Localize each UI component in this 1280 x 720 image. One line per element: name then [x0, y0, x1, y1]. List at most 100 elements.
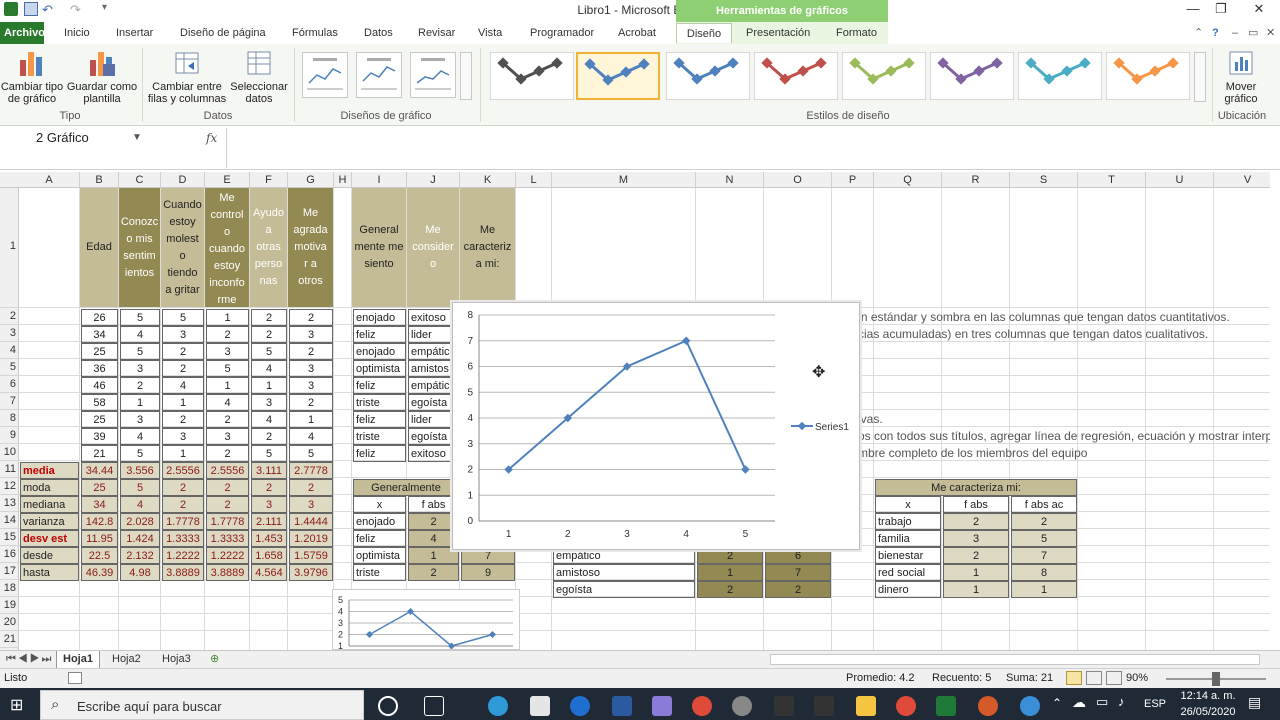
tab-acrobat[interactable]: Acrobat [610, 23, 664, 43]
gen-table-fabs[interactable]: 2 [408, 564, 459, 581]
row-header-12[interactable]: 12 [0, 478, 19, 495]
cons-table-fac[interactable]: 2 [765, 581, 831, 598]
tab-insertar[interactable]: Insertar [108, 23, 161, 43]
car-table-col[interactable]: x [875, 496, 941, 513]
data-cell[interactable]: 21 [81, 445, 118, 462]
gen-table-x[interactable]: feliz [353, 530, 406, 547]
chart-style-2[interactable] [576, 52, 660, 100]
taskbar-search[interactable]: ⌕ Escribe aquí para buscar [40, 690, 364, 720]
row-header-2[interactable]: 2 [0, 308, 19, 325]
stat-value[interactable]: 34.44 [81, 462, 118, 479]
stat-value[interactable]: 2 [162, 496, 204, 513]
data-cell[interactable]: 1 [162, 394, 204, 411]
tab-revisar[interactable]: Revisar [410, 23, 463, 43]
data-cell[interactable]: 2 [289, 343, 333, 360]
stat-value[interactable]: 2.132 [120, 547, 160, 564]
header-cell-I[interactable]: General mente me siento [352, 188, 406, 307]
zoom-level[interactable]: 90% [1126, 672, 1148, 684]
page-break-view-icon[interactable] [1106, 671, 1122, 685]
windows-start-icon[interactable]: ⊞ [10, 695, 23, 715]
tab-diseno-pagina[interactable]: Diseño de página [172, 23, 274, 43]
edge-icon[interactable] [488, 696, 508, 716]
row-header-18[interactable]: 18 [0, 580, 19, 597]
data-cell[interactable]: 36 [81, 360, 118, 377]
volume-icon[interactable]: ♪ [1118, 694, 1125, 709]
page-layout-view-icon[interactable] [1086, 671, 1102, 685]
chart-style-6[interactable] [930, 52, 1014, 100]
stat-value[interactable]: 4 [120, 496, 160, 513]
data-cell[interactable]: 3 [162, 428, 204, 445]
stat-value[interactable]: 2.5556 [206, 462, 249, 479]
stat-value[interactable]: 1.2019 [289, 530, 333, 547]
stat-label[interactable]: desv est [20, 530, 79, 547]
data-cell[interactable]: 5 [251, 445, 287, 462]
excel-taskbar-icon[interactable] [936, 696, 956, 716]
store-icon[interactable] [530, 696, 550, 716]
app3-icon[interactable] [978, 696, 998, 716]
fx-label[interactable]: fx [206, 131, 217, 145]
instruction-note[interactable]: cias acumuladas) en tres columnas que te… [858, 326, 1270, 343]
stat-value[interactable]: 25 [81, 479, 118, 496]
car-table-title[interactable]: Me caracteriza mi: [875, 479, 1077, 496]
gen-table-title[interactable]: Generalmente [353, 479, 459, 496]
sheet-nav-icon[interactable]: ⏮◀▶⏭ [0, 651, 59, 668]
car-table-fabs[interactable]: 2 [943, 513, 1009, 530]
row-header-5[interactable]: 5 [0, 359, 19, 376]
stat-value[interactable]: 2 [206, 479, 249, 496]
instruction-note[interactable]: os con todos sus títulos, agregar línea … [858, 428, 1270, 445]
switch-row-column-button[interactable]: Cambiar entre filas y columnas [146, 48, 228, 105]
save-template-button[interactable]: Guardar como plantilla [64, 48, 140, 105]
stat-value[interactable]: 1.2222 [162, 547, 204, 564]
notifications-icon[interactable]: ▤ [1248, 694, 1261, 711]
row-header-10[interactable]: 10 [0, 444, 19, 461]
row-header-11[interactable]: 11 [0, 461, 19, 478]
data-cell[interactable]: 4 [251, 411, 287, 428]
small-line-chart[interactable]: 12 34 5 [332, 589, 520, 651]
chart-style-8[interactable] [1106, 52, 1190, 100]
data-cell[interactable]: 3 [251, 394, 287, 411]
data-cell[interactable]: 3 [289, 377, 333, 394]
car-table-fac[interactable]: 8 [1011, 564, 1077, 581]
data-cell[interactable]: 3 [206, 428, 249, 445]
car-table-fac[interactable]: 1 [1011, 581, 1077, 598]
word-icon[interactable] [612, 696, 632, 716]
car-table-x[interactable]: trabajo [875, 513, 941, 530]
car-table-col[interactable]: f abs ac [1011, 496, 1077, 513]
data-cell[interactable]: 1 [251, 377, 287, 394]
new-sheet-icon[interactable]: ⊕ [204, 651, 225, 668]
header-cell-B[interactable]: Edad [80, 188, 118, 307]
stat-value[interactable]: 3.556 [120, 462, 160, 479]
chart-layouts-scroll[interactable] [460, 52, 472, 100]
data-cell[interactable]: feliz [353, 445, 406, 462]
stat-value[interactable]: 3 [251, 496, 287, 513]
stat-value[interactable]: 3.8889 [162, 564, 204, 581]
column-header-O[interactable]: O [764, 172, 832, 188]
row-header-4[interactable]: 4 [0, 342, 19, 359]
data-cell[interactable]: 4 [120, 428, 160, 445]
header-cell-E[interactable]: Me control o cuando estoy inconfo rme [205, 188, 249, 307]
file-explorer-icon[interactable] [856, 696, 876, 716]
stat-value[interactable]: 3 [289, 496, 333, 513]
close-button[interactable]: ✕ [1244, 1, 1274, 19]
app2-icon[interactable] [814, 696, 834, 716]
data-cell[interactable]: 4 [120, 326, 160, 343]
data-cell[interactable]: triste [353, 428, 406, 445]
data-cell[interactable]: 34 [81, 326, 118, 343]
data-cell[interactable]: 2 [251, 309, 287, 326]
app-icon[interactable] [652, 696, 672, 716]
data-cell[interactable]: optimista [353, 360, 406, 377]
column-header-N[interactable]: N [696, 172, 764, 188]
stat-value[interactable]: 2.111 [251, 513, 287, 530]
data-cell[interactable]: 3 [206, 343, 249, 360]
data-cell[interactable]: 1 [206, 377, 249, 394]
column-header-D[interactable]: D [161, 172, 205, 188]
tab-vista[interactable]: Vista [470, 23, 510, 43]
data-cell[interactable]: 4 [251, 360, 287, 377]
chart-layout-2[interactable] [356, 52, 402, 98]
stat-value[interactable]: 1.5759 [289, 547, 333, 564]
gen-table-x[interactable]: optimista [353, 547, 406, 564]
row-header-15[interactable]: 15 [0, 529, 19, 546]
cons-table-fabs[interactable]: 1 [697, 564, 763, 581]
select-data-button[interactable]: Seleccionar datos [228, 48, 290, 105]
sheet-tab-hoja1[interactable]: Hoja1 [56, 651, 100, 668]
